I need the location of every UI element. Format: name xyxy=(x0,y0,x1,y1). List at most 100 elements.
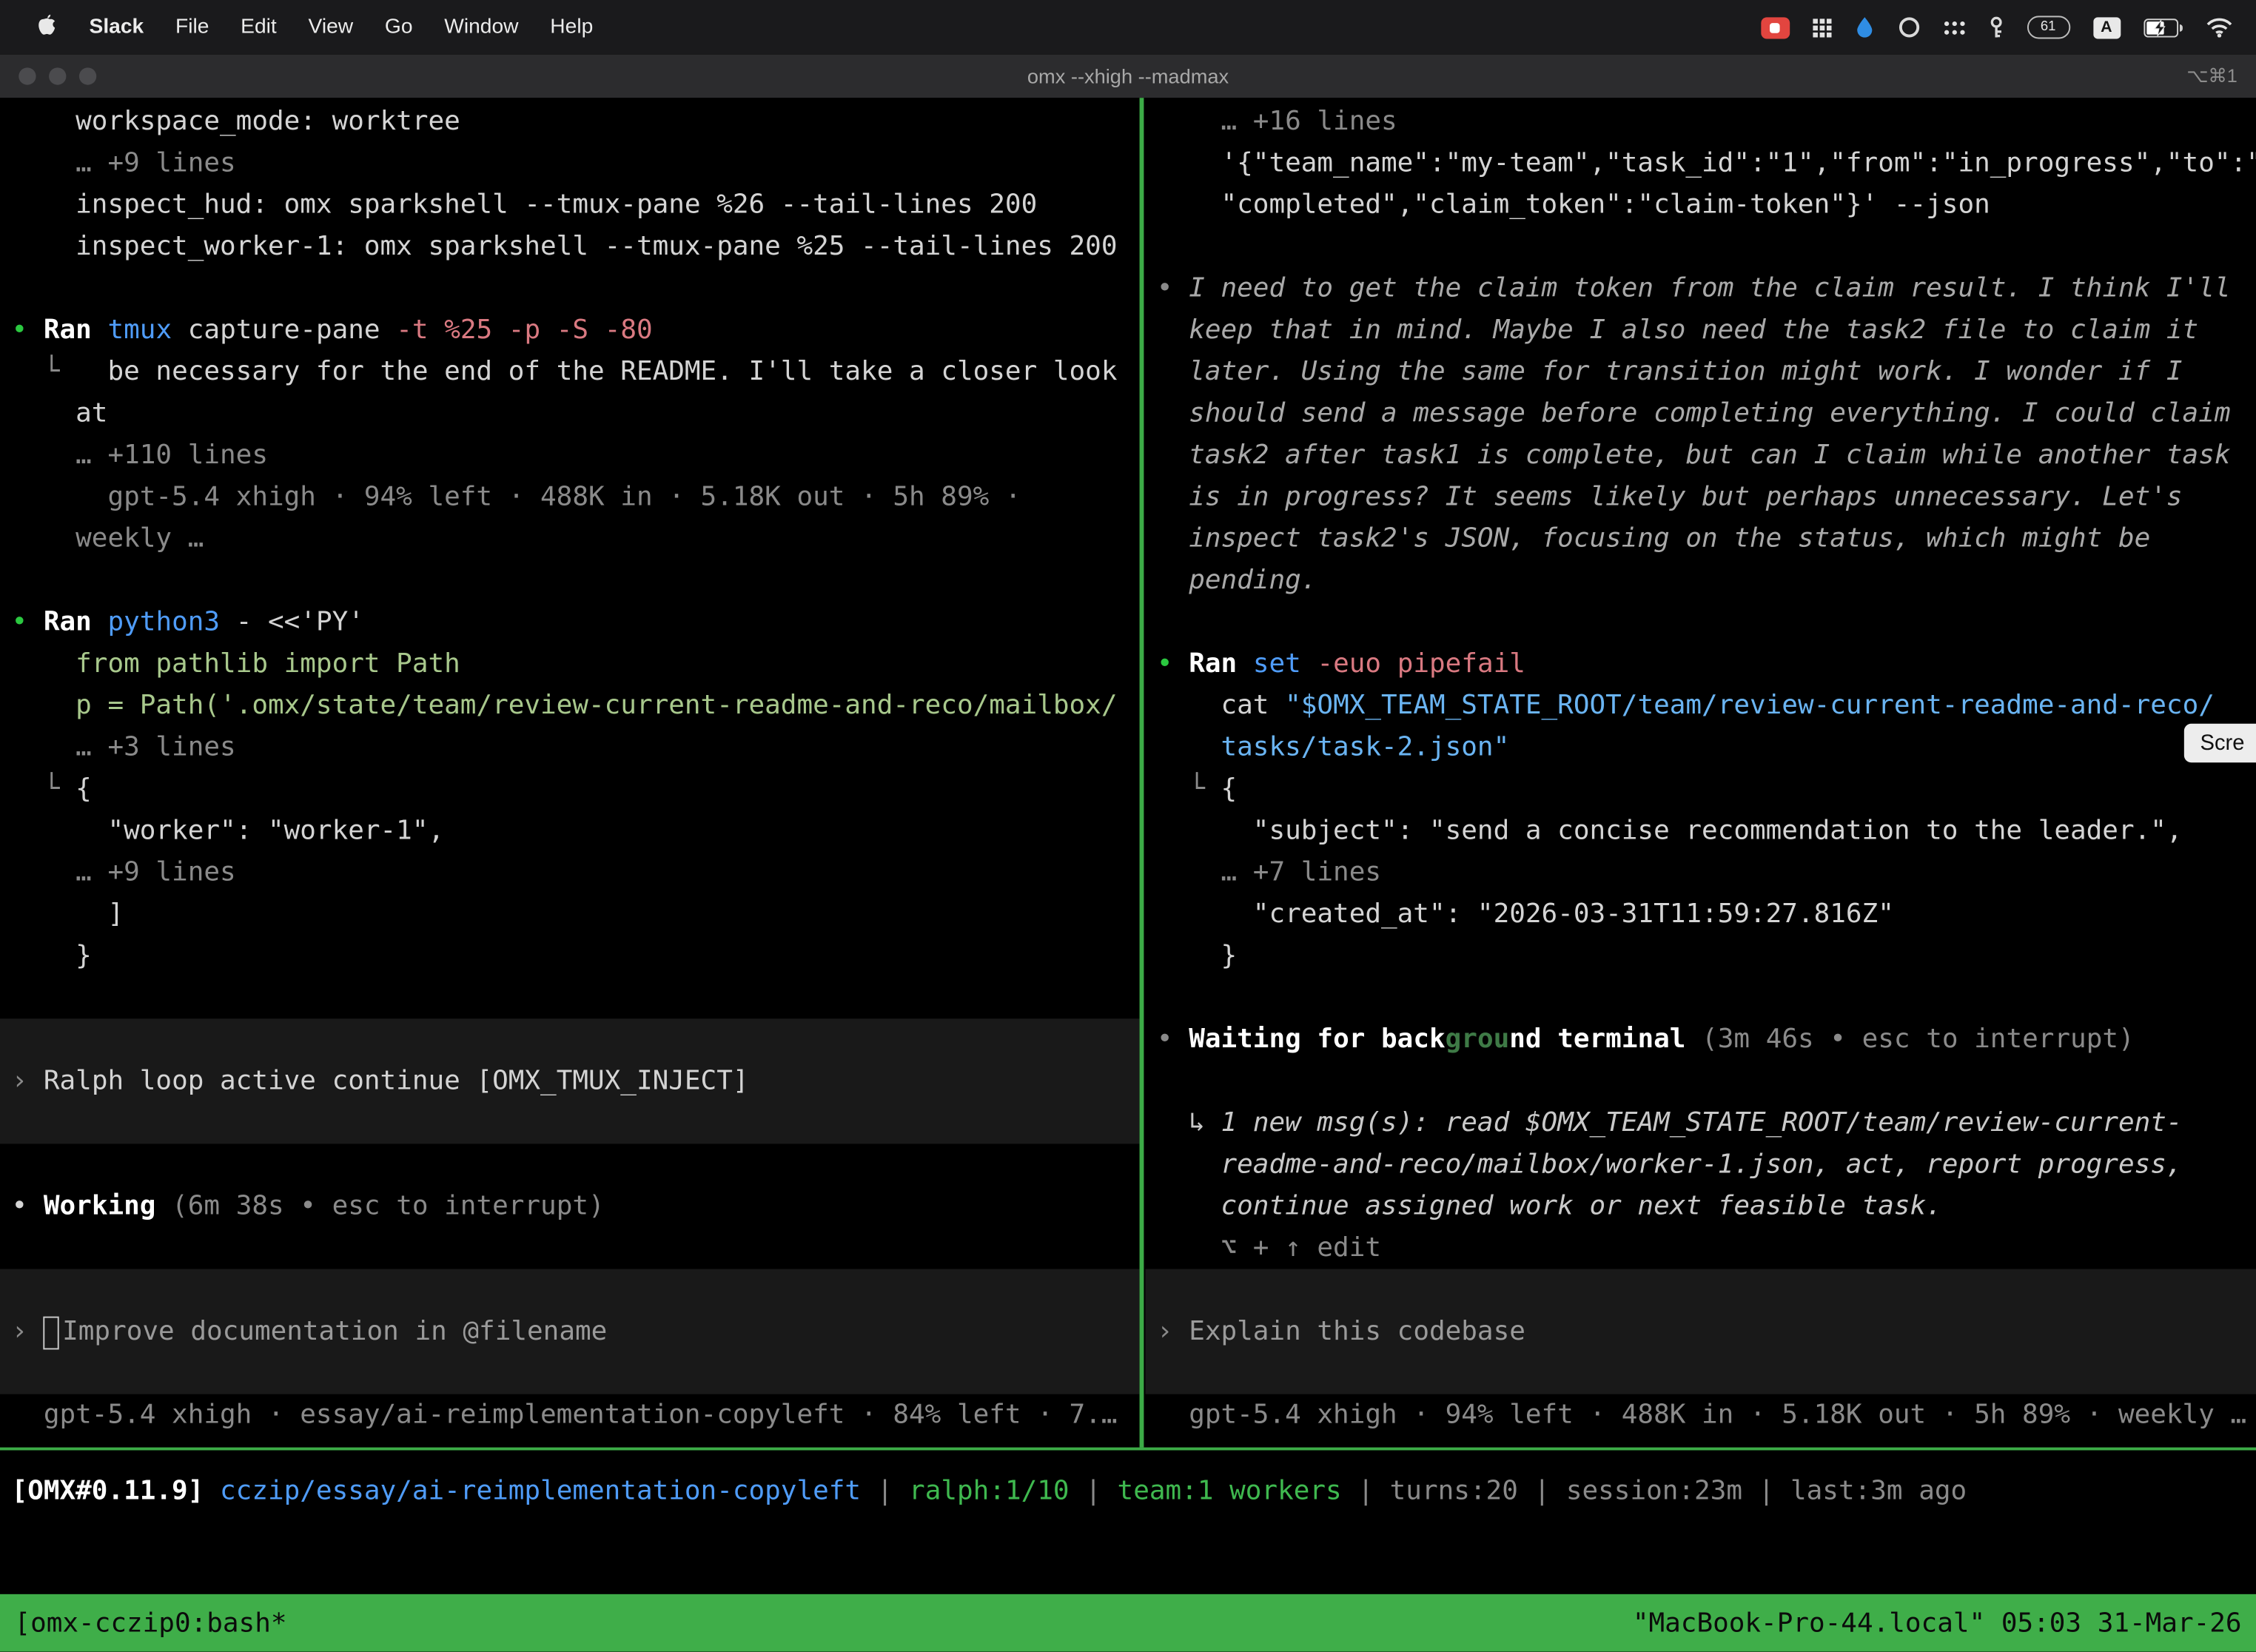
tmux-pane-left[interactable]: workspace_mode: worktree … +9 lines insp… xyxy=(0,98,1140,1447)
terminal-line: inspect_worker-1: omx sparkshell --tmux-… xyxy=(12,226,1140,267)
terminal-line: task2 after task1 is complete, but can I… xyxy=(1157,434,2256,476)
terminal-line xyxy=(12,1144,1140,1185)
menu-bar-left: Slack File Edit View Go Window Help xyxy=(0,13,609,43)
composer-input-right[interactable]: › Explain this codebase xyxy=(1145,1269,2256,1394)
terminal-text-segment: • xyxy=(12,607,44,637)
terminal-text-segment: task2 after task1 is complete, but can I… xyxy=(1157,440,2231,471)
terminal-line: … +110 lines xyxy=(12,434,1140,476)
key-icon[interactable] xyxy=(1987,13,2003,41)
terminal-text-segment: | xyxy=(1070,1476,1118,1506)
terminal-line xyxy=(1157,1061,2256,1102)
terminal-line: cat "$OMX_TEAM_STATE_ROOT/team/review-cu… xyxy=(1157,685,2256,726)
tmux-status-bar: [omx-cczip0:bash* "MacBook-Pro-44.local"… xyxy=(0,1594,2256,1652)
terminal-text-segment: Waiting for back xyxy=(1189,1024,1445,1055)
wifi-icon[interactable] xyxy=(2206,13,2233,41)
terminal-text-segment: at xyxy=(12,398,108,429)
menu-window[interactable]: Window xyxy=(429,16,534,38)
input-source-icon[interactable]: A xyxy=(2092,16,2120,38)
terminal-line: └ be necessary for the end of the README… xyxy=(12,351,1140,392)
menu-go[interactable]: Go xyxy=(369,16,429,38)
terminal-line: ⌥ + ↑ edit xyxy=(1157,1227,2256,1269)
terminal-text-segment: Explain this codebase xyxy=(1189,1317,1525,1347)
terminal-line: gpt-5.4 xhigh · 94% left · 488K in · 5.1… xyxy=(12,476,1140,517)
terminal-text-segment: "subject": "send a concise recommendatio… xyxy=(1157,816,2183,846)
battery-percent-badge[interactable]: 61 xyxy=(2027,16,2069,38)
terminal-text-segment: • xyxy=(1157,273,1189,303)
grid-icon[interactable] xyxy=(1812,13,1830,41)
pane-divider-vertical[interactable] xyxy=(1140,98,1144,1447)
terminal-text-segment: inspect task2's JSON, focusing on the st… xyxy=(1157,524,2150,554)
terminal-text-segment: … +3 lines xyxy=(12,732,236,762)
terminal-line xyxy=(12,268,1140,309)
terminal-line: workspace_mode: worktree xyxy=(12,101,1140,142)
status-icons: 61 A xyxy=(1760,13,2256,41)
terminal-line: continue assigned work or next feasible … xyxy=(1157,1186,2256,1227)
text-cursor xyxy=(44,1316,59,1349)
terminal-line: gpt-5.4 xhigh · essay/ai-reimplementatio… xyxy=(12,1394,1140,1436)
terminal-line: └ { xyxy=(12,768,1140,810)
window-shortcut-hint: ⌥⌘1 xyxy=(2186,55,2237,98)
composer-input-left[interactable]: › Improve documentation in @filename xyxy=(0,1269,1140,1394)
app-menu-slack[interactable]: Slack xyxy=(73,16,159,38)
terminal-line xyxy=(12,1227,1140,1269)
terminal-line: weekly … xyxy=(12,518,1140,560)
terminal-text-segment: Improve documentation in @filename xyxy=(62,1317,607,1347)
battery-icon[interactable] xyxy=(2143,13,2182,41)
terminal-text-segment: ⌥ + ↑ edit xyxy=(1157,1233,1381,1263)
terminal-text-segment: } xyxy=(1157,941,1237,971)
screen-recording-indicator-icon[interactable] xyxy=(1760,13,1789,41)
terminal-text-segment: … +110 lines xyxy=(12,440,268,471)
menu-bar: Slack File Edit View Go Window Help 61 A xyxy=(0,0,2256,55)
terminal-text-segment: … +7 lines xyxy=(1157,858,1381,888)
terminal-text-segment: … +16 lines xyxy=(1157,107,1397,137)
terminal-text-segment xyxy=(1157,983,1173,1013)
menu-help[interactable]: Help xyxy=(534,16,609,38)
terminal-text-segment: ↳ xyxy=(1157,1108,1221,1138)
terminal-text-segment xyxy=(12,1149,28,1180)
composer-input-right-text: › Explain this codebase xyxy=(1157,1311,1525,1352)
terminal-text-segment: | xyxy=(1342,1476,1390,1506)
terminal-text-segment: cat xyxy=(1157,691,1285,721)
apple-menu[interactable] xyxy=(20,13,73,43)
terminal-text-segment: Working xyxy=(44,1192,172,1222)
menu-view[interactable]: View xyxy=(292,16,369,38)
terminal-text-segment: { xyxy=(1221,774,1238,805)
terminal-text-segment: "$OMX_TEAM_STATE_ROOT/team/review-curren… xyxy=(1285,691,2215,721)
terminal-text-segment: be necessary for the end of the README. … xyxy=(107,357,1117,387)
terminal-text-segment: (3m 46s • esc to interrupt) xyxy=(1702,1024,2135,1055)
tmux-host-clock: "MacBook-Pro-44.local" 05:03 31-Mar-26 xyxy=(1633,1608,2242,1638)
terminal-text-segment: - <<'PY' xyxy=(236,607,364,637)
terminal-line: gpt-5.4 xhigh · 94% left · 488K in · 5.1… xyxy=(1157,1394,2256,1436)
menu-edit[interactable]: Edit xyxy=(225,16,292,38)
terminal-text-segment xyxy=(12,983,28,1013)
circle-app-icon[interactable] xyxy=(1897,13,1920,41)
screen: Slack File Edit View Go Window Help 61 A xyxy=(0,0,2256,1652)
terminal-text-segment: readme-and-reco/mailbox/worker-1.json, a… xyxy=(1157,1149,2183,1180)
terminal-text-segment xyxy=(12,565,28,596)
terminal-text-segment: • xyxy=(12,315,44,346)
terminal-text-segment: is in progress? It seems likely but perh… xyxy=(1157,482,2183,512)
terminal-text-segment: last:3m ago xyxy=(1790,1476,1967,1506)
terminal-line: • Ran python3 - <<'PY' xyxy=(12,602,1140,643)
terminal-text-segment: gpt-5.4 xhigh · 94% left · 488K in · 5.1… xyxy=(1157,1400,2246,1430)
terminal-line: … +9 lines xyxy=(12,852,1140,893)
terminal-line: ↳ 1 new msg(s): read $OMX_TEAM_STATE_ROO… xyxy=(1157,1102,2256,1144)
tmux-pane-right[interactable]: … +16 lines '{"team_name":"my-team","tas… xyxy=(1145,98,2256,1447)
terminal-text-segment xyxy=(12,273,28,303)
terminal-text-segment: … +9 lines xyxy=(12,858,236,888)
terminal-text-segment: inspect_hud: omx sparkshell --tmux-pane … xyxy=(12,190,1038,221)
terminal-text-segment: weekly … xyxy=(12,524,204,554)
droplet-icon[interactable] xyxy=(1854,13,1874,41)
terminal-line: '{"team_name":"my-team","task_id":"1","f… xyxy=(1157,142,2256,184)
menu-file[interactable]: File xyxy=(160,16,225,38)
dots-grid-icon[interactable] xyxy=(1943,13,1964,41)
terminal-text-segment: ] xyxy=(12,899,124,930)
terminal-line: "subject": "send a concise recommendatio… xyxy=(1157,810,2256,851)
terminal-text-segment: gpt-5.4 xhigh · 94% left · 488K in · 5.1… xyxy=(12,482,1021,512)
terminal-text-segment xyxy=(1157,232,1173,262)
terminal-text-segment: • xyxy=(1157,649,1189,679)
terminal-text-segment: turns:20 xyxy=(1390,1476,1518,1506)
terminal-line: "completed","claim_token":"claim-token"}… xyxy=(1157,184,2256,226)
inject-banner: › Ralph loop active continue [OMX_TMUX_I… xyxy=(0,1018,1140,1144)
terminal-text-segment: (6m 38s • esc to interrupt) xyxy=(172,1192,605,1222)
